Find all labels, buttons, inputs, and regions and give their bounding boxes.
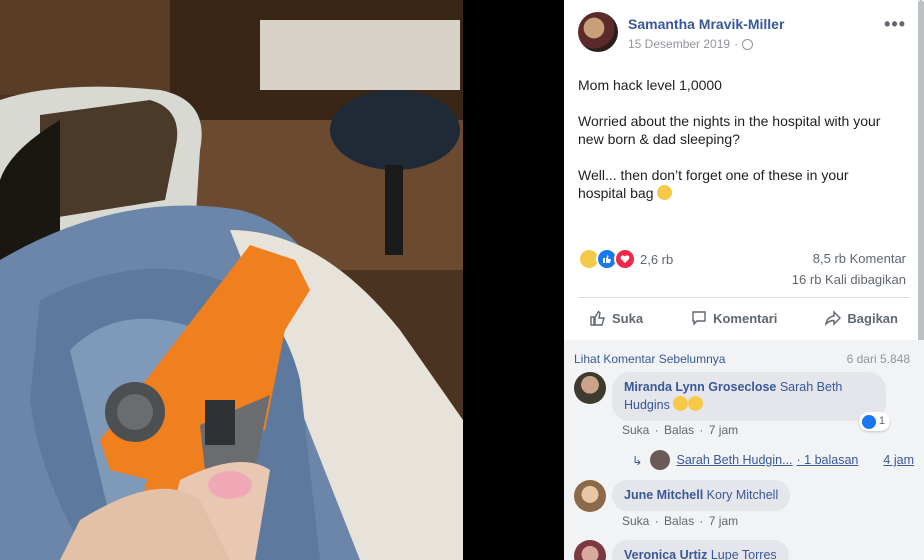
tagged-user-cont[interactable]: Hudgins bbox=[624, 398, 670, 412]
share-count[interactable]: 16 rb Kali dibagikan bbox=[792, 269, 906, 290]
post-actions: Suka Komentari Bagikan bbox=[578, 306, 910, 330]
laughing-emoji-icon bbox=[673, 396, 689, 411]
divider-top bbox=[578, 297, 910, 298]
meta-separator: · bbox=[654, 514, 659, 528]
date-separator: · bbox=[734, 37, 739, 51]
laughing-emoji-icon bbox=[657, 185, 673, 200]
author-name[interactable]: Samantha Mravik-Miller bbox=[628, 15, 784, 33]
reaction-count[interactable]: 2,6 rb bbox=[640, 252, 673, 267]
post-body: Mom hack level 1,0000 Worried about the … bbox=[578, 76, 894, 220]
share-arrow-icon bbox=[825, 310, 842, 326]
comment-label: Komentari bbox=[713, 310, 778, 326]
comment-like-badge[interactable]: 1 bbox=[858, 412, 890, 431]
meta-separator: · bbox=[654, 423, 659, 437]
comment-bubble: June Mitchell Kory Mitchell bbox=[612, 480, 791, 511]
post-paragraph-2: Worried about the nights in the hospital… bbox=[578, 113, 881, 147]
commenter-avatar[interactable] bbox=[574, 372, 606, 404]
like-icon bbox=[861, 414, 876, 429]
comment-like-action[interactable]: Suka bbox=[622, 423, 649, 437]
reply-author[interactable]: Sarah Beth Hudgin... bbox=[676, 453, 792, 467]
commenter-name[interactable]: June Mitchell bbox=[624, 488, 703, 502]
reply-arrow-icon: ↳ bbox=[632, 453, 643, 468]
comment-time[interactable]: 7 jam bbox=[709, 514, 738, 528]
replies-row[interactable]: ↳ Sarah Beth Hudgin... · 1 balasan 4 jam bbox=[632, 450, 914, 470]
tagged-user[interactable]: Kory Mitchell bbox=[707, 488, 779, 502]
thumbs-up-icon bbox=[590, 310, 605, 326]
share-button[interactable]: Bagikan bbox=[813, 310, 910, 326]
lightbox-gap bbox=[463, 0, 564, 560]
post-date[interactable]: 15 Desember 2019 bbox=[628, 37, 730, 51]
comment-reply-action[interactable]: Balas bbox=[664, 423, 694, 437]
comment-meta: Suka · Balas · 7 jam bbox=[622, 423, 740, 437]
comment-count[interactable]: 8,5 rb Komentar bbox=[792, 248, 906, 269]
previous-comments-row: Lihat Komentar Sebelumnya 6 dari 5.848 bbox=[574, 352, 910, 366]
post-photo[interactable] bbox=[0, 0, 463, 560]
post-header: Samantha Mravik-Miller 15 Desember 2019 … bbox=[578, 12, 784, 52]
photo-image bbox=[0, 0, 463, 560]
commenter-avatar[interactable] bbox=[574, 480, 606, 512]
author-avatar[interactable] bbox=[578, 12, 618, 52]
laughing-emoji-icon bbox=[688, 396, 704, 411]
reactions-summary[interactable]: 2,6 rb bbox=[578, 248, 673, 270]
comment-reply-action[interactable]: Balas bbox=[664, 514, 694, 528]
love-icon bbox=[614, 248, 636, 270]
share-label: Bagikan bbox=[847, 310, 898, 326]
reply-count[interactable]: · 1 balasan bbox=[797, 453, 859, 467]
comment-item: Miranda Lynn Groseclose Sarah Beth Hudgi… bbox=[574, 372, 890, 431]
comment-button[interactable]: Komentari bbox=[679, 310, 789, 326]
post-panel: Samantha Mravik-Miller 15 Desember 2019 … bbox=[564, 0, 924, 560]
tagged-user[interactable]: Lupe Torres bbox=[711, 548, 777, 560]
comment-meta: Suka · Balas · 7 jam bbox=[622, 514, 740, 528]
post-paragraph-1: Mom hack level 1,0000 bbox=[578, 77, 722, 93]
view-previous-comments-link[interactable]: Lihat Komentar Sebelumnya bbox=[574, 352, 725, 366]
comments-shown-count: 6 dari 5.848 bbox=[846, 352, 910, 366]
more-options-icon[interactable]: ••• bbox=[884, 14, 906, 35]
scrollbar[interactable] bbox=[918, 0, 924, 380]
comment-item: June Mitchell Kory Mitchell bbox=[574, 480, 791, 512]
comment-icon bbox=[692, 311, 706, 326]
like-label: Suka bbox=[612, 310, 644, 326]
comments-section: Lihat Komentar Sebelumnya 6 dari 5.848 M… bbox=[564, 340, 924, 560]
post-paragraph-3-text: Well... then don’t forget one of these i… bbox=[578, 167, 849, 201]
comment-time[interactable]: 7 jam bbox=[709, 423, 738, 437]
comment-bubble: Veronica Urtiz Lupe Torres bbox=[612, 540, 789, 560]
commenter-name[interactable]: Veronica Urtiz bbox=[624, 548, 707, 560]
post-stats: 8,5 rb Komentar 16 rb Kali dibagikan bbox=[792, 248, 906, 290]
comment-like-action[interactable]: Suka bbox=[622, 514, 649, 528]
commenter-avatar[interactable] bbox=[574, 540, 606, 560]
reply-time[interactable]: 4 jam bbox=[883, 453, 914, 467]
commenter-name[interactable]: Miranda Lynn Groseclose bbox=[624, 380, 776, 394]
globe-icon bbox=[742, 38, 754, 50]
comment-bubble: Miranda Lynn Groseclose Sarah Beth Hudgi… bbox=[612, 372, 890, 431]
meta-separator: · bbox=[699, 423, 704, 437]
tagged-user[interactable]: Sarah Beth bbox=[780, 380, 843, 394]
comment-like-count: 1 bbox=[878, 415, 885, 427]
like-button[interactable]: Suka bbox=[578, 310, 655, 326]
post-paragraph-3: Well... then don’t forget one of these i… bbox=[578, 166, 894, 202]
reply-avatar bbox=[650, 450, 671, 470]
meta-separator: · bbox=[699, 514, 704, 528]
comment-item: Veronica Urtiz Lupe Torres bbox=[574, 540, 789, 560]
post-meta: 15 Desember 2019 · bbox=[628, 37, 784, 51]
